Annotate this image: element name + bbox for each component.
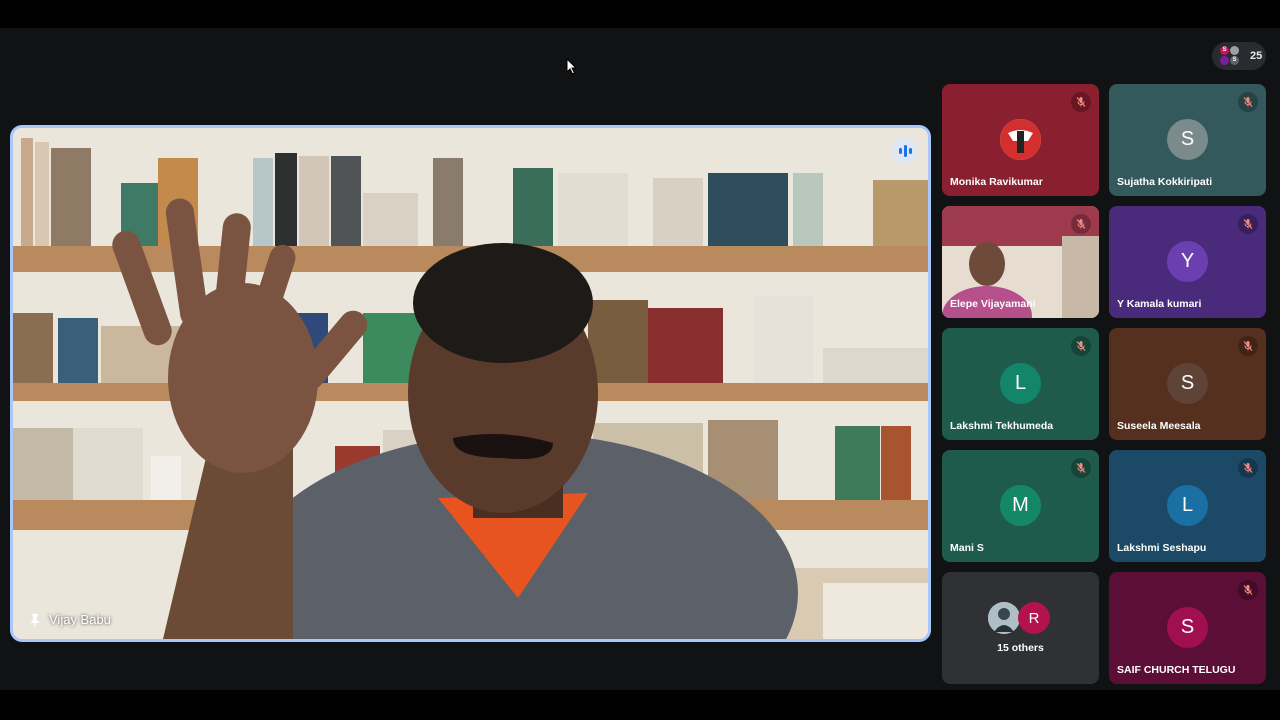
avatar: Y xyxy=(1167,241,1208,282)
speaker-video xyxy=(13,128,928,639)
avatar: S xyxy=(1167,607,1208,648)
mic-off-icon xyxy=(1238,336,1258,356)
avatar xyxy=(1000,119,1041,160)
avatar: R xyxy=(1018,602,1050,634)
participant-tile[interactable]: M Mani S xyxy=(942,450,1099,562)
participant-tile[interactable]: L Lakshmi Seshapu xyxy=(1109,450,1266,562)
participant-name: Y Kamala kumari xyxy=(1117,298,1202,310)
avatar xyxy=(988,602,1020,634)
participant-tile[interactable]: Monika Ravikumar xyxy=(942,84,1099,196)
mini-avatar: S xyxy=(1220,46,1229,55)
avatar: S xyxy=(1167,119,1208,160)
avatar: L xyxy=(1000,363,1041,404)
participant-name: Lakshmi Seshapu xyxy=(1117,542,1207,554)
participant-name: Sujatha Kokkiripati xyxy=(1117,176,1213,188)
participant-name: Suseela Meesala xyxy=(1117,420,1201,432)
participants-mini-avatars: S S xyxy=(1220,46,1240,66)
avatar: L xyxy=(1167,485,1208,526)
mini-avatar xyxy=(1230,46,1239,55)
mic-off-icon xyxy=(1071,336,1091,356)
cursor-icon xyxy=(566,58,578,75)
mini-avatar: S xyxy=(1230,56,1239,65)
participant-tile[interactable]: Elepe Vijayamani xyxy=(942,206,1099,318)
participant-tile[interactable]: S Suseela Meesala xyxy=(1109,328,1266,440)
participant-tile[interactable]: S Sujatha Kokkiripati xyxy=(1109,84,1266,196)
mic-off-icon xyxy=(1238,92,1258,112)
mic-off-icon xyxy=(1238,580,1258,600)
main-speaker-name: Vijay Babu xyxy=(49,612,111,627)
mic-off-icon xyxy=(1071,214,1091,234)
participant-tile[interactable]: L Lakshmi Tekhumeda xyxy=(942,328,1099,440)
audio-level-icon xyxy=(892,138,918,164)
others-avatars: R xyxy=(988,602,1058,636)
participants-button[interactable]: S S 25 xyxy=(1212,42,1266,70)
avatar: M xyxy=(1000,485,1041,526)
avatar: S xyxy=(1167,363,1208,404)
others-count-label: 15 others xyxy=(997,642,1044,654)
participant-name: Mani S xyxy=(950,542,984,554)
participant-name: Monika Ravikumar xyxy=(950,176,1043,188)
top-letterbox xyxy=(0,0,1280,28)
mini-avatar xyxy=(1220,56,1229,65)
participant-name: Elepe Vijayamani xyxy=(950,298,1036,310)
main-speaker-label: Vijay Babu xyxy=(29,612,111,627)
pin-icon[interactable] xyxy=(29,613,41,627)
participant-name: Lakshmi Tekhumeda xyxy=(950,420,1054,432)
main-speaker-tile[interactable]: Vijay Babu xyxy=(10,125,931,642)
participant-tile[interactable]: R 15 others xyxy=(942,572,1099,684)
mic-off-icon xyxy=(1238,458,1258,478)
mic-off-icon xyxy=(1071,458,1091,478)
participant-tile[interactable]: Y Y Kamala kumari xyxy=(1109,206,1266,318)
mic-off-icon xyxy=(1238,214,1258,234)
bottom-letterbox xyxy=(0,690,1280,720)
mic-off-icon xyxy=(1071,92,1091,112)
participant-name: SAIF CHURCH TELUGU xyxy=(1117,664,1236,676)
participant-tile[interactable]: S SAIF CHURCH TELUGU xyxy=(1109,572,1266,684)
participants-count: 25 xyxy=(1250,50,1263,62)
